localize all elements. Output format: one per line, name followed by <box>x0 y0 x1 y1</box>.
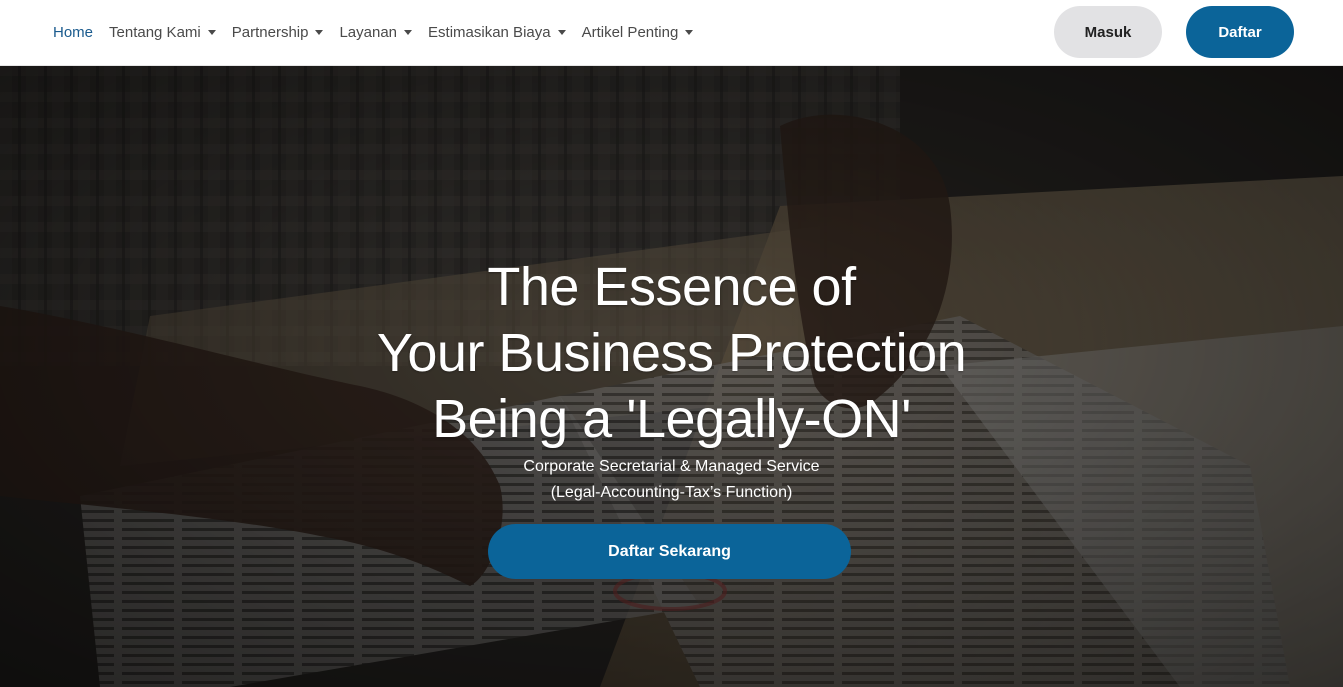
caret-down-icon <box>404 29 413 35</box>
hero-title-line: Being a 'Legally-ON' <box>432 389 911 449</box>
login-button[interactable]: Masuk <box>1054 6 1162 58</box>
nav-item-label: Home <box>53 23 94 41</box>
nav-item-label: Artikel Penting <box>581 23 679 41</box>
top-navbar: Home Tentang Kami Partnership Layanan Es… <box>0 0 1343 66</box>
nav-item-home[interactable]: Home <box>53 24 93 41</box>
nav-item-label: Partnership <box>231 23 309 41</box>
nav-item-tentang-kami[interactable]: Tentang Kami <box>109 24 216 41</box>
caret-down-icon <box>207 29 216 35</box>
register-button[interactable]: Daftar <box>1186 6 1294 58</box>
nav-item-label: Estimasikan Biaya <box>428 23 551 41</box>
nav-item-partnership[interactable]: Partnership <box>232 24 324 41</box>
caret-down-icon <box>685 29 694 35</box>
hero-title-line: The Essence of <box>487 257 856 317</box>
hero-title-line: Your Business Protection <box>376 323 967 383</box>
hero-section: The Essence of Your Business Protection … <box>0 66 1343 687</box>
nav-item-layanan[interactable]: Layanan <box>339 23 413 41</box>
register-now-button[interactable]: Daftar Sekarang <box>488 524 851 579</box>
nav-item-label: Layanan <box>339 23 398 41</box>
hero-subtitle-line: Corporate Secretarial & Managed Service <box>523 458 820 475</box>
nav-item-artikel-penting[interactable]: Artikel Penting <box>582 24 694 41</box>
hero-subtitle: Corporate Secretarial & Managed Service … <box>0 454 1343 506</box>
nav-item-label: Tentang Kami <box>109 23 201 41</box>
caret-down-icon <box>557 29 566 35</box>
hero-content: The Essence of Your Business Protection … <box>0 66 1343 687</box>
nav-links: Home Tentang Kami Partnership Layanan Es… <box>53 0 709 64</box>
nav-item-estimasikan-biaya[interactable]: Estimasikan Biaya <box>428 24 566 41</box>
hero-subtitle-line: (Legal-Accounting-Tax’s Function) <box>550 484 793 501</box>
caret-down-icon <box>315 29 324 35</box>
hero-title: The Essence of Your Business Protection … <box>0 254 1343 452</box>
